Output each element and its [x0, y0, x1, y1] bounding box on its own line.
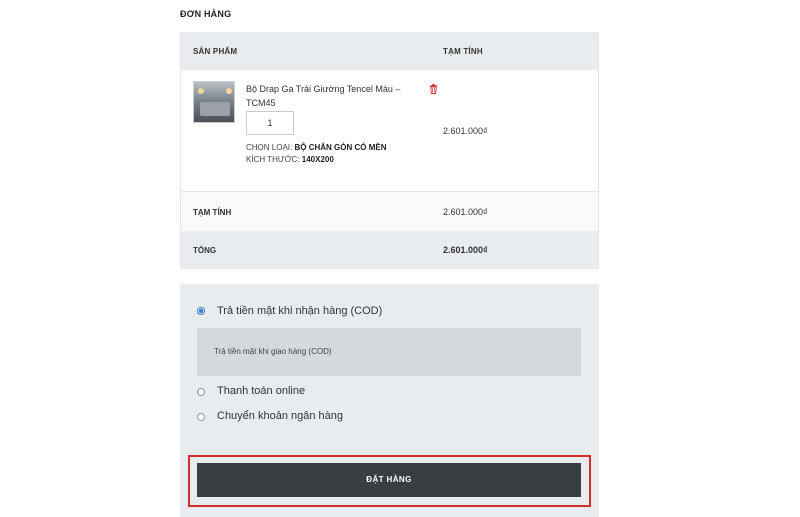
payment-radio-cod[interactable]: [197, 307, 205, 315]
item-price: 2.601.000₫: [443, 126, 488, 136]
column-header-subtotal: TẠM TÍNH: [443, 47, 483, 56]
subtotal-label: TẠM TÍNH: [193, 208, 232, 217]
attribute-size-label: KÍCH THƯỚC:: [246, 155, 300, 164]
order-heading: ĐƠN HÀNG: [180, 9, 232, 19]
total-label: TỔNG: [193, 246, 217, 255]
subtotal-value: 2.601.000₫: [443, 207, 488, 217]
payment-radio-bank-transfer[interactable]: [197, 413, 205, 421]
payment-methods: Trả tiền mặt khi nhận hàng (COD) Trả tiề…: [180, 284, 599, 444]
place-order-button[interactable]: ĐẶT HÀNG: [197, 463, 581, 497]
quantity-input[interactable]: [246, 111, 294, 135]
product-name-link[interactable]: Bộ Drap Ga Trải Giường Tencel Màu – TCM4…: [246, 82, 421, 110]
product-thumbnail[interactable]: [193, 81, 235, 123]
payment-cod-description-text: Trả tiền mặt khi giao hàng (COD): [214, 347, 332, 356]
column-header-product: SẢN PHẨM: [193, 47, 238, 56]
payment-radio-online[interactable]: [197, 388, 205, 396]
attribute-type-label: CHỌN LOẠI:: [246, 143, 293, 152]
cart-item-row: Bộ Drap Ga Trải Giường Tencel Màu – TCM4…: [181, 70, 598, 192]
payment-option-online-label[interactable]: Thanh toán online: [217, 385, 305, 397]
payment-option-bank-transfer-label[interactable]: Chuyển khoản ngân hàng: [217, 410, 343, 422]
table-header-row: SẢN PHẨM TẠM TÍNH: [181, 33, 598, 70]
subtotal-row: TẠM TÍNH 2.601.000₫: [181, 193, 598, 231]
attribute-type-value: BỘ CHĂN GÒN CÓ MỀN: [294, 143, 387, 152]
product-attribute-size: KÍCH THƯỚC: 140X200: [246, 155, 334, 164]
product-attribute-type: CHỌN LOẠI: BỘ CHĂN GÒN CÓ MỀN: [246, 143, 386, 152]
total-value: 2.601.000₫: [443, 245, 488, 255]
payment-option-cod-label[interactable]: Trả tiền mặt khi nhận hàng (COD): [217, 305, 382, 317]
payment-cod-description: Trả tiền mặt khi giao hàng (COD): [197, 328, 581, 376]
total-row: TỔNG 2.601.000₫: [181, 231, 598, 269]
trash-icon[interactable]: [429, 84, 438, 94]
order-summary-table: SẢN PHẨM TẠM TÍNH Bộ Drap Ga Trải Giường…: [180, 32, 599, 269]
attribute-size-value: 140X200: [301, 155, 334, 164]
